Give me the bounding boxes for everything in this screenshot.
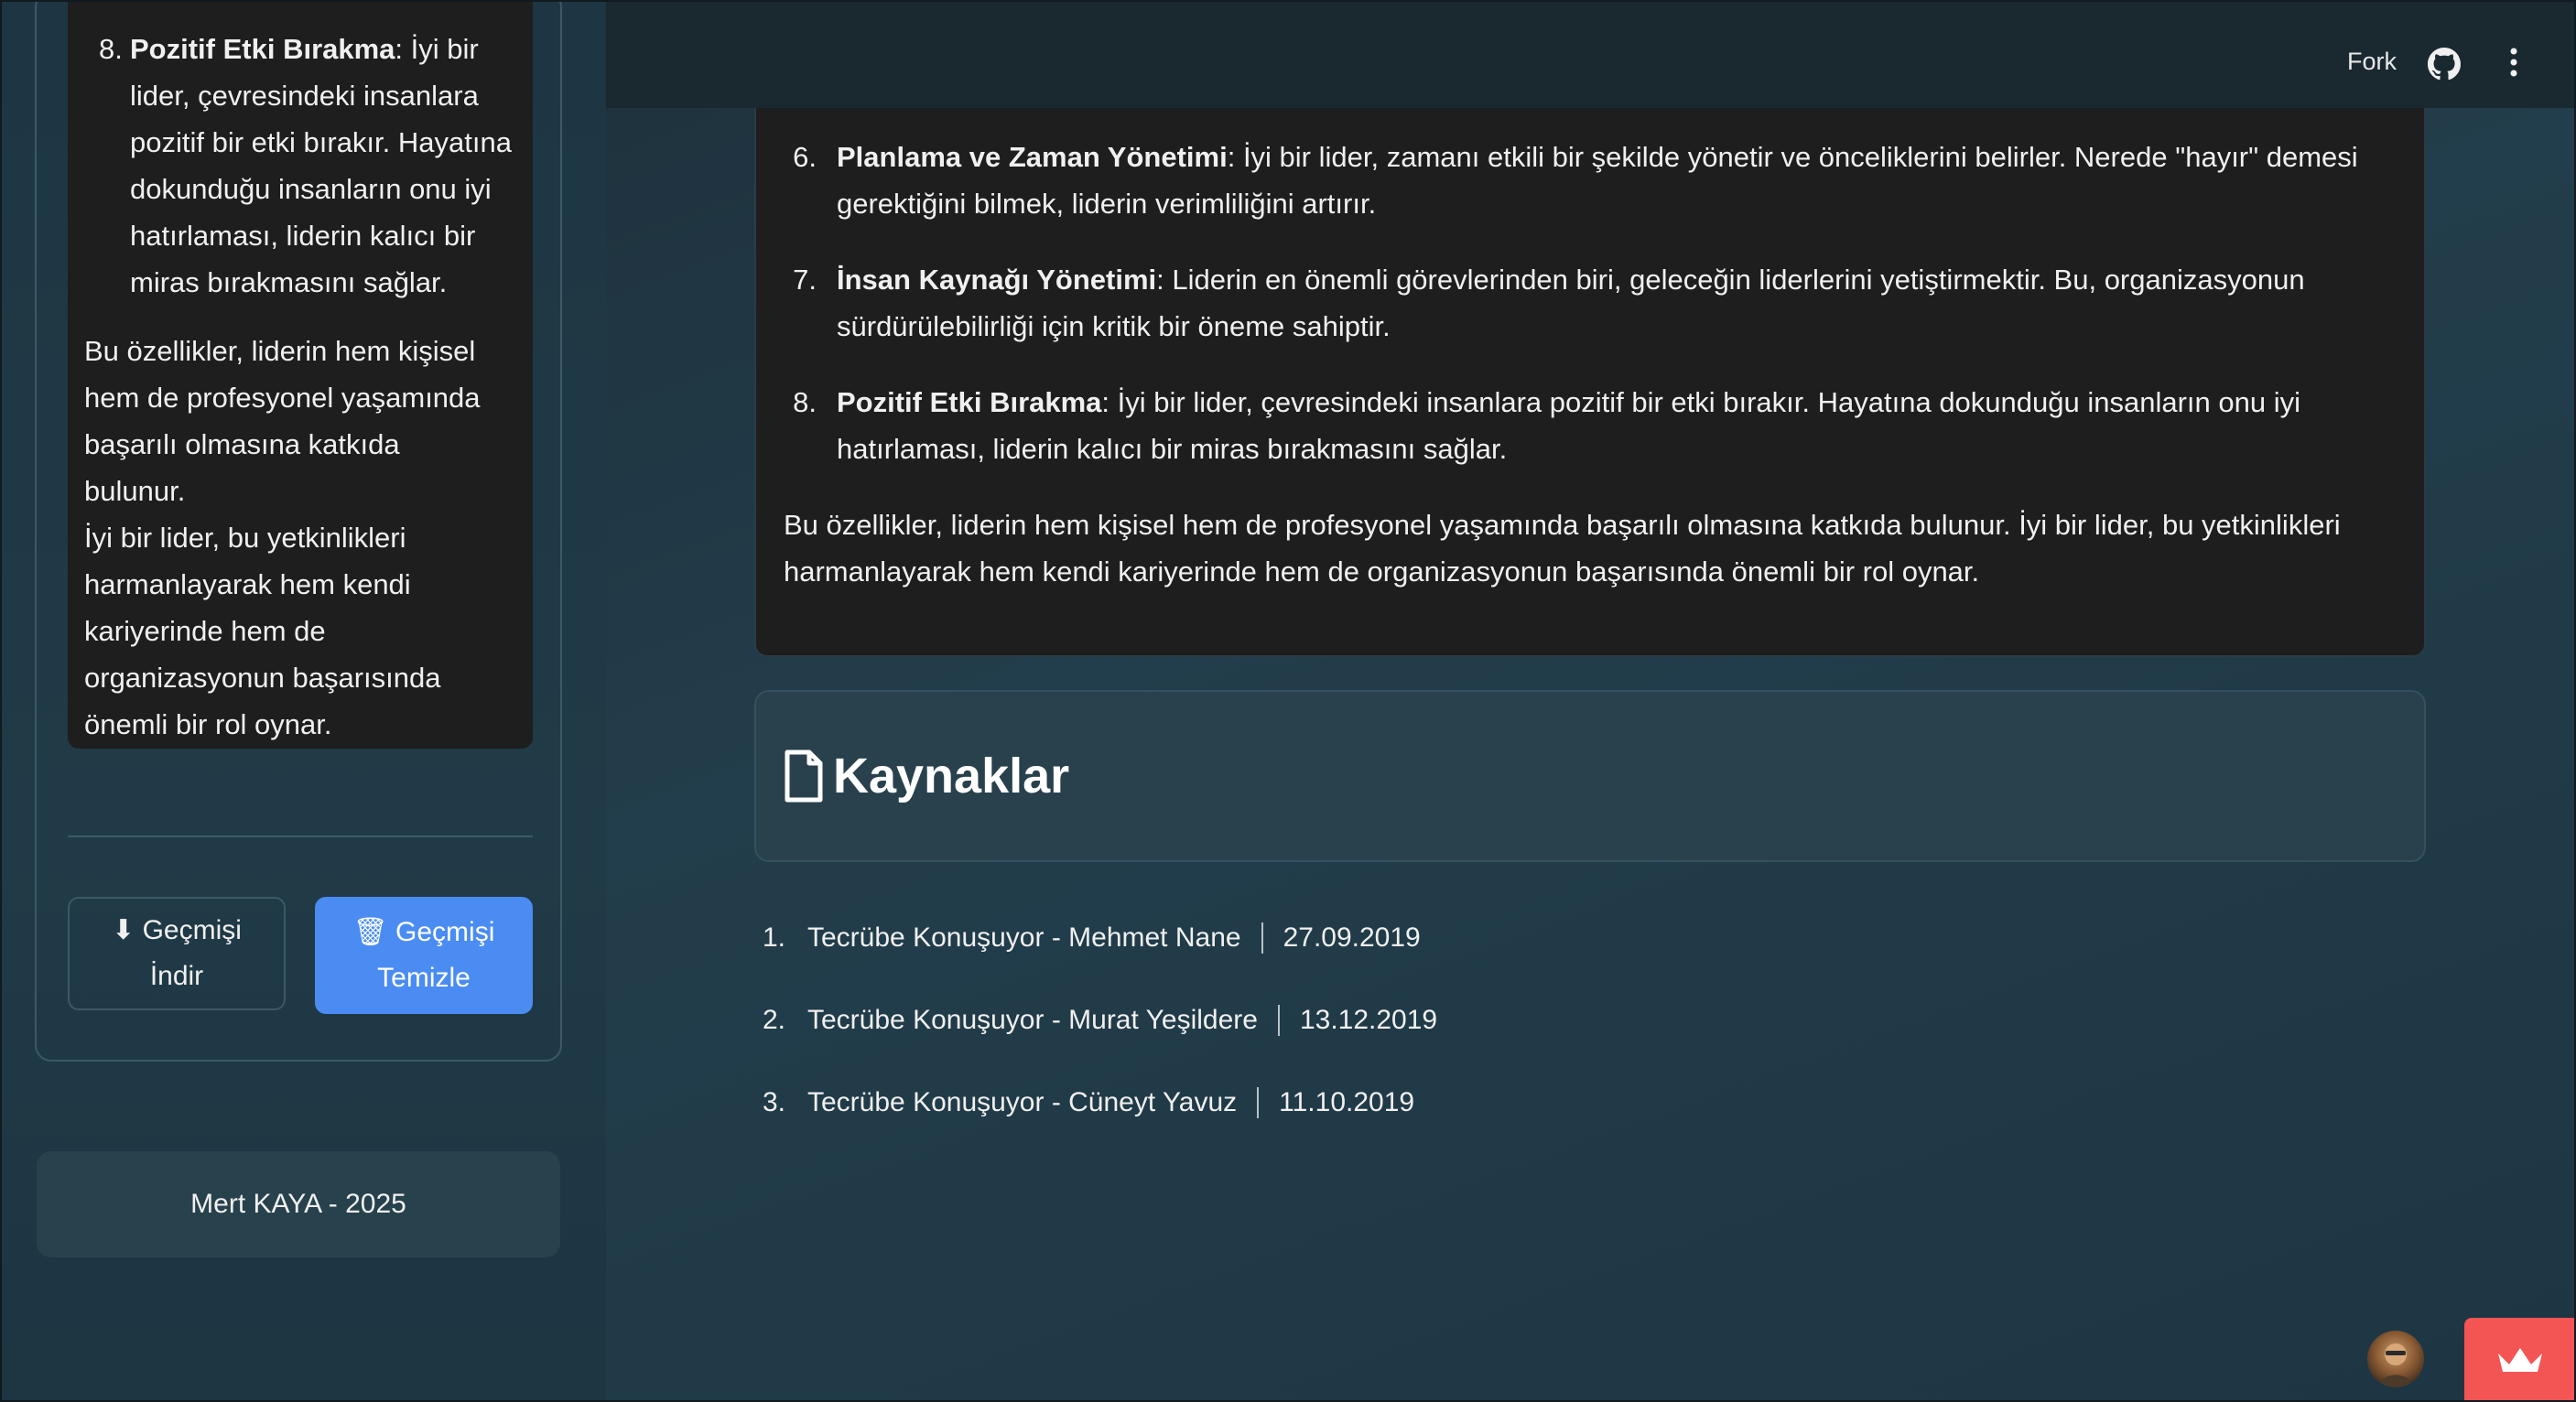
list-number: 8. [99,33,123,65]
list-item-text: İnsan Kaynağı Yönetimi: Liderin en öneml… [837,256,2397,350]
text-line: gerektiğini bilmek, liderin verimliliğin… [837,188,1377,220]
source-date: 11.10.2019 [1279,1087,1415,1117]
text-line: hatırlaması, liderin kalıcı bir [130,220,476,252]
assistant-answer-card: 6. Planlama ve Zaman Yönetimi: İyi bir l… [754,108,2426,657]
list-item-text: Pozitif Etki Bırakma: İyi bir lider, çev… [130,33,512,298]
list-item: 6. Planlama ve Zaman Yönetimi: İyi bir l… [784,134,2397,227]
sidebar-history-panel: 8. Pozitif Etki Bırakma: İyi bir lider, … [35,0,562,1062]
list-item-text: Planlama ve Zaman Yönetimi: İyi bir lide… [837,134,2397,227]
text-line: İyi bir [410,33,479,65]
text-line: kariyerinde hem de [84,615,326,647]
clear-history-button[interactable]: 🗑 Geçmişi Temizle [315,897,533,1014]
user-avatar[interactable] [2367,1331,2424,1387]
github-icon[interactable] [2428,48,2461,81]
button-label-line: İndir [149,961,204,991]
avatar-face-icon [2378,1343,2413,1387]
sources-list: 1. Tecrübe Konuşuyor - Mehmet Nane 27.09… [754,897,1437,1144]
list-item: 7. İnsan Kaynağı Yönetimi: Liderin en ön… [784,256,2397,350]
app-window: 8. Pozitif Etki Bırakma: İyi bir lider, … [0,0,2576,1402]
list-item-heading: İnsan Kaynağı Yönetimi [837,264,1157,296]
crown-icon [2498,1348,2542,1372]
source-date: 27.09.2019 [1283,922,1421,953]
source-item: 1. Tecrübe Konuşuyor - Mehmet Nane 27.09… [754,897,1437,979]
button-label-line: 🗑 Geçmişi [352,917,495,947]
separator [1261,922,1263,954]
text-line: hatırlaması, liderin kalıcı bir miras bı… [837,433,1508,465]
list-number: 7. [793,264,817,296]
text-line: : İyi bir lider, zamanı etkili bir şekil… [1227,141,2358,173]
text-line: organizasyonun başarısında [84,662,441,694]
streamlit-badge-button[interactable] [2464,1318,2576,1402]
text-line: dokunduğu insanların onu iyi [130,173,492,205]
text-line: lider, çevresindeki insanlara [130,80,479,112]
text-line: sürdürülebilirliği için kritik bir öneme… [837,310,1391,342]
divider [68,836,533,837]
document-icon [785,750,823,803]
sidebar: 8. Pozitif Etki Bırakma: İyi bir lider, … [0,0,606,1402]
list-item: 8. Pozitif Etki Bırakma: İyi bir lider, … [84,26,513,306]
list-number: 2. [762,1005,785,1035]
top-toolbar: Fork [606,0,2576,108]
text-line: pozitif bir etki bırakır. Hayatına [130,126,512,158]
source-item: 2. Tecrübe Konuşuyor - Murat Yeşildere 1… [754,979,1437,1062]
fork-link[interactable]: Fork [2347,48,2397,76]
list-number: 1. [762,922,785,953]
source-item: 3. Tecrübe Konuşuyor - Cüneyt Yavuz 11.1… [754,1062,1437,1144]
list-item: 8. Pozitif Etki Bırakma: İyi bir lider, … [784,379,2397,472]
list-item-heading: Planlama ve Zaman Yönetimi [837,141,1228,173]
text-line: harmanlayarak hem kendi [84,568,411,600]
footer-text: Mert KAYA - 2025 [190,1189,406,1219]
more-vertical-icon[interactable] [2508,48,2519,77]
source-title: Tecrübe Konuşuyor - Murat Yeşildere [807,1005,1258,1035]
list-number: 6. [793,141,817,173]
text-line: Bu özellikler, liderin hem kişisel hem d… [784,509,2341,541]
list-number: 3. [762,1087,785,1117]
text-line: Bu özellikler, liderin hem kişisel [84,335,476,367]
summary-paragraph: Bu özellikler, liderin hem kişisel hem d… [784,501,2397,595]
source-date: 13.12.2019 [1299,1005,1438,1035]
text-line: başarılı olmasına katkıda bulunur. [84,428,400,507]
summary-paragraph: Bu özellikler, liderin hem kişisel hem d… [84,328,513,748]
text-line: : İyi bir lider, çevresindeki insanlara … [1101,386,2300,418]
source-title: Tecrübe Konuşuyor - Cüneyt Yavuz [807,1087,1238,1117]
text-line: İyi bir lider, bu yetkinlikleri [84,522,406,554]
button-label-line: Temizle [377,963,471,993]
list-number: 8. [793,386,817,418]
separator [1257,1087,1260,1118]
sources-header-card: Kaynaklar [754,690,2426,862]
footer-credit: Mert KAYA - 2025 [37,1151,560,1257]
text-line: hem de profesyonel yaşamında [84,382,481,414]
list-item-text: Pozitif Etki Bırakma: İyi bir lider, çev… [837,379,2397,472]
separator [1277,1005,1280,1036]
list-item-heading: Pozitif Etki Bırakma [837,386,1102,418]
download-history-button[interactable]: ⬇ Geçmişi İndir [68,897,286,1010]
source-title: Tecrübe Konuşuyor - Mehmet Nane [807,922,1241,953]
sidebar-chat-message: 8. Pozitif Etki Bırakma: İyi bir lider, … [68,0,533,749]
text-line: harmanlayarak hem kendi kariyerinde hem … [784,555,1980,588]
text-line: önemli bir rol oynar. [84,708,332,740]
list-item-heading: Pozitif Etki Bırakma [130,33,395,65]
button-label-line: ⬇ Geçmişi [112,915,242,945]
text-line: miras bırakmasını sağlar. [130,266,448,298]
text-line: : Liderin en önemli görevlerinden biri, … [1156,264,2305,296]
sources-title: Kaynaklar [833,749,1070,803]
